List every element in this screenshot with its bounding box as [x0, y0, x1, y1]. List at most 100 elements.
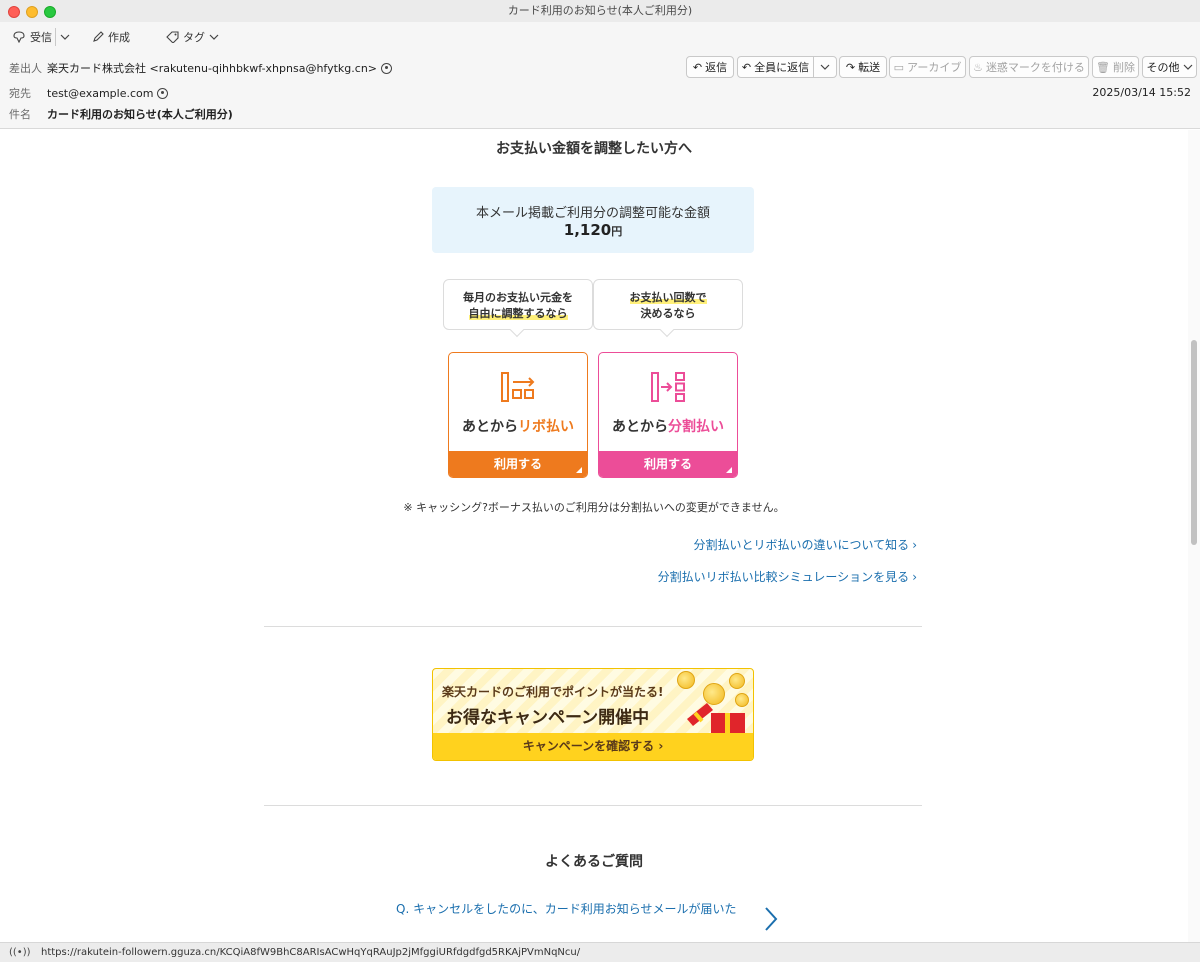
split-payment-icon	[651, 371, 687, 403]
toolbar: 受信 作成 タグ	[0, 22, 1200, 52]
revo-payment-icon	[501, 371, 537, 403]
reply-all-button[interactable]: ↶ 全員に返信	[737, 56, 814, 78]
coin-icon	[677, 671, 695, 689]
split-use-button[interactable]: 利用する	[599, 451, 737, 477]
hover-url: https://rakutein-followern.gguza.cn/KCQi…	[41, 947, 580, 958]
banner-line1: 楽天カードのご利用でポイントが当たる!	[442, 683, 663, 700]
simulation-link[interactable]: 分割払いリボ払い比較シミュレーションを見る›	[658, 568, 917, 585]
gift-box-icon	[685, 697, 747, 733]
minimize-window-button[interactable]	[26, 6, 38, 18]
split-hint-bubble: お支払い回数で 決めるなら	[593, 279, 743, 330]
revo-hint-bubble: 毎月のお支払い元金を 自由に調整するなら	[443, 279, 593, 330]
card-prefix: あとから	[612, 419, 668, 435]
reply-icon: ↶	[693, 61, 702, 74]
difference-link-text[interactable]: 分割払いとリボ払いの違いについて知る	[694, 538, 910, 552]
from-value[interactable]: 楽天カード株式会社 <rakutenu-qihhbkwf-xhpnsa@hfyt…	[47, 60, 377, 76]
forward-button[interactable]: ↷ 転送	[839, 56, 887, 78]
split-card-title: あとから分割払い	[599, 416, 737, 436]
coin-icon	[729, 673, 745, 689]
archive-button[interactable]: ▭ アーカイブ	[889, 56, 966, 78]
compose-button[interactable]: 作成	[92, 28, 130, 46]
adjustable-amount-box: 本メール掲載ご利用分の調整可能な金額 1,120円	[432, 187, 754, 253]
split-payment-card[interactable]: あとから分割払い 利用する	[598, 352, 738, 478]
amount-label: 本メール掲載ご利用分の調整可能な金額	[432, 202, 754, 221]
zoom-window-button[interactable]	[44, 6, 56, 18]
tag-label: タグ	[183, 29, 205, 45]
person-icon[interactable]	[381, 63, 392, 74]
campaign-banner[interactable]: 楽天カードのご利用でポイントが当たる! お得なキャンペーン開催中 キャンペーンを…	[432, 668, 754, 761]
cashing-note: ※ キャッシング?ボーナス払いのご利用分は分割払いへの変更ができません。	[0, 499, 1188, 515]
amount-value: 1,120	[564, 221, 611, 239]
reply-all-icon: ↶	[742, 61, 751, 74]
to-row: 宛先 test@example.com	[9, 85, 168, 101]
title-bar: カード利用のお知らせ(本人ご利用分)	[0, 0, 1200, 22]
section-title: お支払い金額を調整したい方へ	[0, 138, 1188, 158]
receive-icon	[12, 31, 26, 43]
compose-label: 作成	[108, 29, 130, 45]
message-body: お支払い金額を調整したい方へ 本メール掲載ご利用分の調整可能な金額 1,120円…	[0, 130, 1188, 942]
receive-dropdown-button[interactable]	[60, 28, 70, 46]
more-button[interactable]: その他	[1142, 56, 1197, 78]
to-label: 宛先	[9, 85, 47, 101]
scrollbar[interactable]	[1188, 130, 1200, 942]
bubble-text: 自由に調整するなら	[469, 307, 568, 320]
faq-question-link[interactable]: Q. キャンセルをしたのに、カード利用お知らせメールが届いた	[396, 901, 756, 917]
card-prefix: あとから	[462, 419, 518, 435]
forward-icon: ↷	[846, 61, 855, 74]
revo-accent: リボ払い	[518, 419, 574, 435]
difference-link[interactable]: 分割払いとリボ払いの違いについて知る›	[694, 536, 917, 553]
delete-label: 削除	[1113, 59, 1135, 75]
toolbar-divider	[55, 28, 56, 46]
bubble-text: お支払い回数で	[630, 291, 707, 304]
reply-all-dropdown-button[interactable]	[813, 56, 837, 78]
forward-label: 転送	[858, 59, 880, 75]
amount-unit: 円	[611, 225, 622, 238]
revo-use-button[interactable]: 利用する	[449, 451, 587, 477]
chevron-down-icon	[209, 33, 219, 41]
tag-icon	[166, 31, 179, 43]
message-date: 2025/03/14 15:52	[1092, 86, 1191, 99]
receive-button[interactable]: 受信	[12, 28, 52, 46]
divider	[264, 626, 922, 627]
message-header: 差出人 楽天カード株式会社 <rakutenu-qihhbkwf-xhpnsa@…	[0, 52, 1200, 129]
banner-line2: お得なキャンペーン開催中	[446, 703, 649, 728]
campaign-button[interactable]: キャンペーンを確認する ›	[433, 733, 753, 760]
to-value[interactable]: test@example.com	[47, 87, 153, 100]
reply-button[interactable]: ↶ 返信	[686, 56, 734, 78]
trash-icon: 🗑	[1096, 61, 1110, 74]
pencil-icon	[92, 31, 104, 43]
chevron-down-icon	[1183, 63, 1193, 71]
person-icon[interactable]	[157, 88, 168, 99]
flame-icon: ♨	[973, 61, 983, 74]
divider	[264, 805, 922, 806]
scrollbar-thumb[interactable]	[1191, 340, 1197, 545]
status-bar: ((•)) https://rakutein-followern.gguza.c…	[0, 942, 1200, 962]
split-accent: 分割払い	[668, 419, 724, 435]
from-label: 差出人	[9, 60, 47, 76]
subject-row: 件名 カード利用のお知らせ(本人ご利用分)	[9, 106, 233, 122]
subject-value: カード利用のお知らせ(本人ご利用分)	[47, 106, 233, 122]
chevron-right-icon: ›	[912, 538, 917, 552]
close-window-button[interactable]	[8, 6, 20, 18]
campaign-button-label: キャンペーンを確認する	[523, 739, 654, 753]
more-label: その他	[1147, 59, 1180, 75]
bubble-text: 決めるなら	[641, 307, 696, 320]
from-row: 差出人 楽天カード株式会社 <rakutenu-qihhbkwf-xhpnsa@…	[9, 60, 392, 76]
chevron-right-icon: ›	[912, 570, 917, 584]
revo-payment-card[interactable]: あとからリボ払い 利用する	[448, 352, 588, 478]
junk-label: 迷惑マークを付ける	[986, 59, 1085, 75]
delete-button[interactable]: 🗑 削除	[1092, 56, 1139, 78]
chevron-right-icon[interactable]	[762, 905, 780, 933]
faq-title: よくあるご質問	[0, 851, 1188, 871]
tag-button[interactable]: タグ	[166, 28, 219, 46]
junk-button[interactable]: ♨ 迷惑マークを付ける	[969, 56, 1089, 78]
reply-label: 返信	[705, 59, 727, 75]
subject-label: 件名	[9, 106, 47, 122]
chevron-down-icon	[60, 33, 70, 41]
archive-label: アーカイブ	[907, 59, 961, 75]
simulation-link-text[interactable]: 分割払いリボ払い比較シミュレーションを見る	[658, 570, 910, 584]
chevron-down-icon	[820, 63, 830, 71]
bubble-text: 毎月のお支払い元金を	[463, 291, 573, 304]
reply-all-label: 全員に返信	[754, 59, 809, 75]
receive-label: 受信	[30, 29, 52, 45]
